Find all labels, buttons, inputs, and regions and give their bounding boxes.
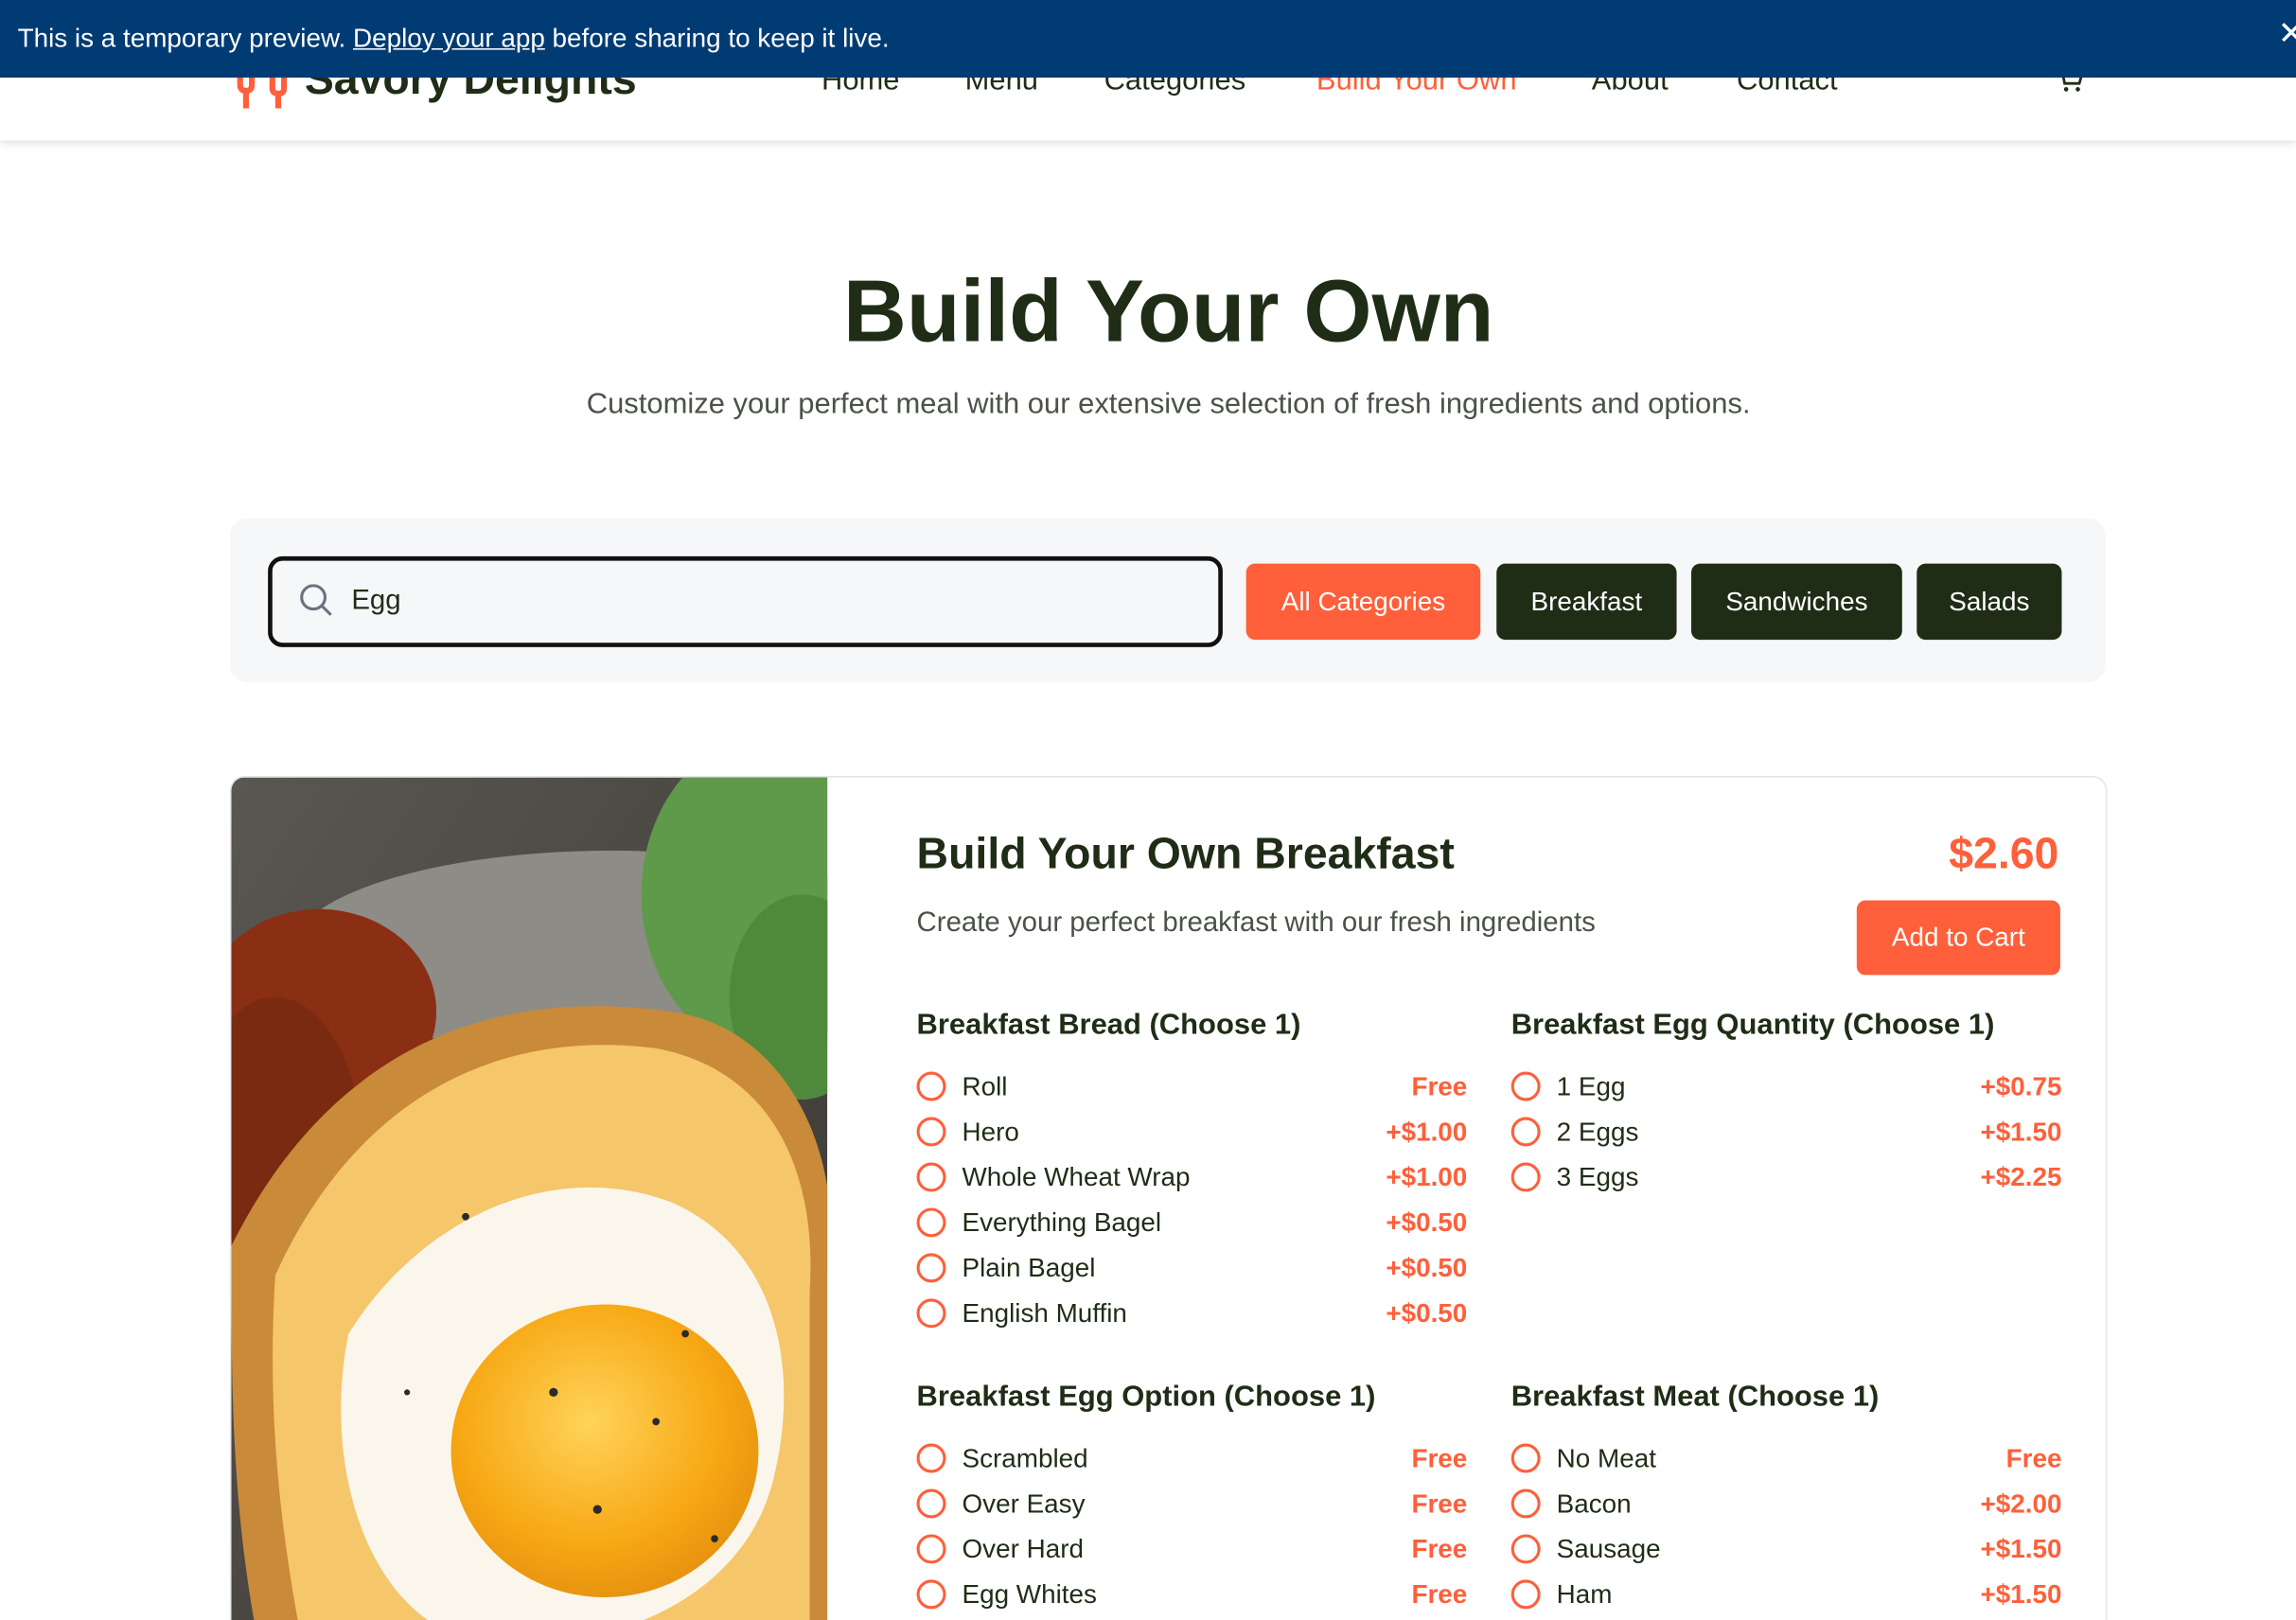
option-row[interactable]: Whole Wheat Wrap +$1.00 <box>916 1158 1468 1204</box>
option-price: Free <box>1411 1488 1468 1519</box>
option-row[interactable]: Over Hard Free <box>916 1530 1468 1576</box>
option-name: Hero <box>962 1117 1019 1147</box>
option-name: No Meat <box>1556 1443 1656 1473</box>
filter-breakfast[interactable]: Breakfast <box>1496 563 1677 641</box>
option-price: +$1.00 <box>1386 1117 1468 1147</box>
option-row[interactable]: Bacon +$2.00 <box>1510 1485 2062 1530</box>
option-name: Whole Wheat Wrap <box>962 1162 1191 1192</box>
option-name: Ham <box>1556 1579 1613 1610</box>
option-row[interactable]: 3 Eggs +$2.25 <box>1510 1158 2062 1204</box>
radio-button[interactable] <box>1510 1579 1541 1610</box>
banner-text-end: before sharing to keep it live. <box>552 23 890 53</box>
option-name: Everything Bagel <box>962 1207 1162 1238</box>
add-to-cart-button[interactable]: Add to Cart <box>1856 900 2060 976</box>
option-group-meat: Breakfast Meat (Choose 1) No Meat Free Ba… <box>1510 1381 2062 1620</box>
option-name: 3 Eggs <box>1556 1162 1639 1192</box>
radio-button[interactable] <box>1510 1443 1541 1473</box>
radio-button[interactable] <box>916 1071 946 1101</box>
option-price: Free <box>2005 1443 2062 1473</box>
search-icon <box>300 584 332 616</box>
option-row[interactable]: Everything Bagel +$0.50 <box>916 1204 1468 1249</box>
radio-button[interactable] <box>1510 1534 1541 1564</box>
radio-button[interactable] <box>1510 1117 1541 1147</box>
option-price: +$2.25 <box>1980 1162 2062 1192</box>
radio-button[interactable] <box>916 1117 946 1147</box>
group-title: Breakfast Bread (Choose 1) <box>916 1009 1301 1042</box>
option-price: +$1.50 <box>1980 1534 2062 1564</box>
option-name: 2 Eggs <box>1556 1117 1639 1147</box>
page-title: Build Your Own <box>842 261 1494 361</box>
option-price: +$2.00 <box>1980 1488 2062 1519</box>
option-price: Free <box>1411 1071 1468 1101</box>
filter-sandwiches[interactable]: Sandwiches <box>1691 563 1902 641</box>
option-group-egg-quantity: Breakfast Egg Quantity (Choose 1) 1 Egg +… <box>1510 1009 2062 1204</box>
product-title: Build Your Own Breakfast <box>916 830 1455 879</box>
option-name: 1 Egg <box>1556 1071 1626 1101</box>
option-group-egg-option: Breakfast Egg Option (Choose 1) Scramble… <box>916 1381 1468 1620</box>
option-row[interactable]: Ham +$1.50 <box>1510 1576 2062 1620</box>
option-group-bread: Breakfast Bread (Choose 1) Roll Free Hero… <box>916 1009 1468 1340</box>
option-name: Bacon <box>1556 1488 1632 1519</box>
product-price: $2.60 <box>1949 830 2059 879</box>
radio-button[interactable] <box>916 1579 946 1610</box>
group-title: Breakfast Meat (Choose 1) <box>1510 1381 1880 1414</box>
option-price: Free <box>1411 1579 1468 1610</box>
radio-button[interactable] <box>916 1253 946 1283</box>
search-input[interactable] <box>351 581 1172 623</box>
option-row[interactable]: Scrambled Free <box>916 1439 1468 1485</box>
option-row[interactable]: Roll Free <box>916 1067 1468 1113</box>
option-row[interactable]: Over Easy Free <box>916 1485 1468 1530</box>
option-row[interactable]: Sausage +$1.50 <box>1510 1530 2062 1576</box>
option-name: Sausage <box>1556 1534 1661 1564</box>
option-row[interactable]: No Meat Free <box>1510 1439 2062 1485</box>
option-row[interactable]: Hero +$1.00 <box>916 1113 1468 1158</box>
filter-bar: All Categories Breakfast Sandwiches Sala… <box>229 518 2106 682</box>
option-row[interactable]: 2 Eggs +$1.50 <box>1510 1113 2062 1158</box>
option-price: Free <box>1411 1534 1468 1564</box>
option-row[interactable]: English Muffin +$0.50 <box>916 1294 1468 1340</box>
radio-button[interactable] <box>916 1534 946 1564</box>
option-price: +$0.50 <box>1386 1207 1468 1238</box>
radio-button[interactable] <box>1510 1071 1541 1101</box>
product-card: Build Your Own Breakfast $2.60 Create yo… <box>229 776 2108 1620</box>
preview-banner: This is a temporary preview. Deploy your… <box>0 0 2296 79</box>
close-icon[interactable]: ✕ <box>2278 14 2296 52</box>
group-title: Breakfast Egg Option (Choose 1) <box>916 1381 1376 1414</box>
radio-button[interactable] <box>1510 1488 1541 1519</box>
radio-button[interactable] <box>1510 1162 1541 1192</box>
radio-button[interactable] <box>916 1298 946 1329</box>
banner-text: This is a temporary preview. <box>17 23 346 53</box>
radio-button[interactable] <box>916 1162 946 1192</box>
page-subtitle: Customize your perfect meal with our ext… <box>586 388 1751 421</box>
search-box[interactable] <box>268 555 1223 647</box>
filter-salads[interactable]: Salads <box>1916 563 2062 641</box>
option-row[interactable]: 1 Egg +$0.75 <box>1510 1067 2062 1113</box>
option-name: Roll <box>962 1071 1008 1101</box>
option-price: +$0.75 <box>1980 1071 2062 1101</box>
option-price: +$0.50 <box>1386 1298 1468 1329</box>
option-row[interactable]: Plain Bagel +$0.50 <box>916 1249 1468 1294</box>
option-name: English Muffin <box>962 1298 1127 1329</box>
radio-button[interactable] <box>916 1207 946 1238</box>
option-name: Egg Whites <box>962 1579 1097 1610</box>
option-price: +$0.50 <box>1386 1253 1468 1283</box>
radio-button[interactable] <box>916 1443 946 1473</box>
breakfast-photo <box>231 777 828 1620</box>
option-name: Over Easy <box>962 1488 1086 1519</box>
option-price: Free <box>1411 1443 1468 1473</box>
option-name: Over Hard <box>962 1534 1084 1564</box>
option-name: Plain Bagel <box>962 1253 1096 1283</box>
radio-button[interactable] <box>916 1488 946 1519</box>
option-name: Scrambled <box>962 1443 1088 1473</box>
option-row[interactable]: Egg Whites Free <box>916 1576 1468 1620</box>
filter-all-categories[interactable]: All Categories <box>1245 563 1481 641</box>
deploy-app-link[interactable]: Deploy your app <box>353 24 545 54</box>
group-title: Breakfast Egg Quantity (Choose 1) <box>1510 1009 1995 1042</box>
product-description: Create your perfect breakfast with our f… <box>916 907 1596 939</box>
option-price: +$1.00 <box>1386 1162 1468 1192</box>
option-price: +$1.50 <box>1980 1579 2062 1610</box>
option-price: +$1.50 <box>1980 1117 2062 1147</box>
